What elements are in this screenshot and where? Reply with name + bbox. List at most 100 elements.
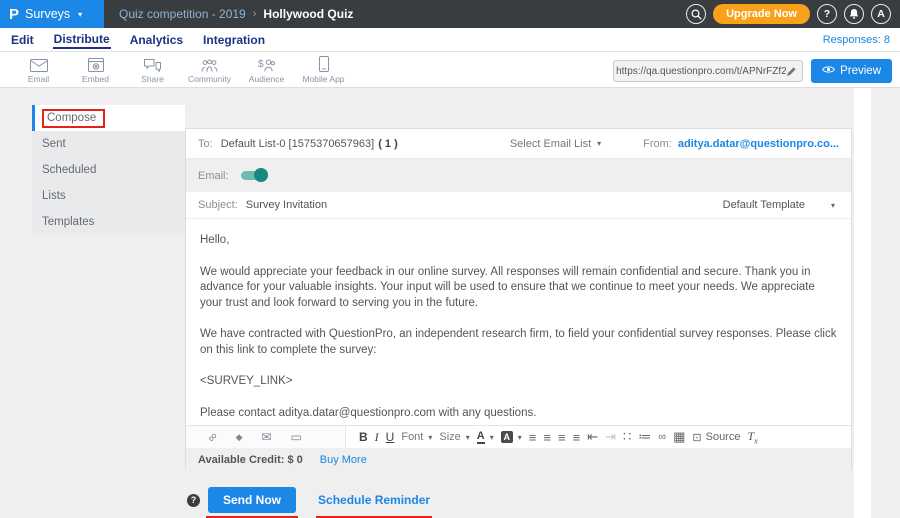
bottom-actions: ? Send Now Schedule Reminder [187,487,430,513]
preview-label: Preview [840,65,881,77]
insert-tools-group: ∞ ◆ ✉ ▭ [186,426,346,448]
channel-share[interactable]: Share [124,56,181,84]
email-toggle-switch[interactable] [241,170,268,181]
surveys-menu[interactable]: P Surveys ▾ [0,0,104,28]
email-toggle-label: Email: [198,170,229,182]
subject-value[interactable]: Survey Invitation [246,199,327,211]
upgrade-now-button[interactable]: Upgrade Now [713,4,810,24]
preview-button[interactable]: Preview [811,59,892,83]
topbar: P Surveys ▾ Quiz competition - 2019 › Ho… [0,0,900,28]
email-toggle-row: Email: [186,159,851,192]
edit-url-pencil-icon[interactable] [786,66,797,77]
align-center-icon[interactable]: ≡ [543,430,551,445]
topbar-actions: Upgrade Now ? A [686,4,900,24]
tab-integration[interactable]: Integration [202,31,266,48]
sidebar-item-compose[interactable]: Compose [32,105,185,131]
svg-text:$: $ [258,59,264,70]
font-dropdown-label: Font [401,431,423,443]
body-paragraph: <SURVEY_LINK> [200,374,837,390]
compose-card: To: Default List-0 [1575370657963] ( 1 )… [185,128,852,470]
sidebar-item-label: Compose [47,112,96,124]
insert-image-icon[interactable]: ▦ [673,429,685,445]
search-icon[interactable] [686,4,706,24]
tab-distribute[interactable]: Distribute [53,30,111,49]
numbered-list-icon[interactable]: ≔ [638,429,651,445]
hyperlink-icon[interactable]: ∞ [658,431,666,443]
template-dropdown[interactable]: Default Template ▾ [723,199,839,211]
channel-label: Audience [249,74,284,84]
channel-label: Email [28,74,49,84]
from-email-value[interactable]: aditya.datar@questionpro.co... [678,138,839,150]
tab-analytics[interactable]: Analytics [129,31,184,48]
chevron-down-icon: ▾ [78,10,82,19]
channel-email[interactable]: Email [10,56,67,84]
insert-email-icon[interactable]: ✉ [261,430,271,444]
font-dropdown[interactable]: Font ▾ [401,431,432,443]
size-dropdown[interactable]: Size ▾ [439,431,469,443]
bold-button[interactable]: B [359,430,368,444]
community-people-icon [201,56,218,72]
remove-format-button[interactable]: Tx [747,429,757,445]
responses-count[interactable]: Responses: 8 [823,34,890,46]
send-now-button[interactable]: Send Now [208,487,296,513]
sidebar-item-sent[interactable]: Sent [32,131,185,157]
credit-row: Available Credit: $ 0 Buy More [186,448,851,471]
app-name: Surveys [25,7,70,21]
to-label: To: [198,138,213,150]
channel-audience[interactable]: $ Audience [238,56,295,84]
align-justify-icon[interactable]: ≡ [573,430,581,445]
subject-label: Subject: [198,199,238,211]
channel-label: Share [141,74,164,84]
merge-tag-icon[interactable]: ◆ [236,432,243,443]
source-button[interactable]: ⊡ Source [692,431,740,444]
insert-button-icon[interactable]: ▭ [291,430,302,444]
recipient-count: ( 1 ) [378,138,398,150]
outdent-icon[interactable]: ⇤ [587,429,598,445]
sidebar-item-label: Lists [42,190,66,202]
sidebar-item-templates[interactable]: Templates [32,209,185,235]
align-right-icon[interactable]: ≡ [558,430,566,445]
chevron-down-icon: ▾ [466,433,470,442]
sidebar-item-scheduled[interactable]: Scheduled [32,157,185,183]
channel-mobile-app[interactable]: Mobile App [295,56,352,84]
help-tooltip-icon[interactable]: ? [187,494,200,507]
text-color-button[interactable]: A ▾ [477,431,494,444]
align-left-icon[interactable]: ≡ [529,430,537,445]
channel-community[interactable]: Community [181,56,238,84]
body-paragraph: We would appreciate your feedback in our… [200,265,837,312]
sidebar-item-lists[interactable]: Lists [32,183,185,209]
body-paragraph: We have contracted with QuestionPro, an … [200,327,837,358]
remove-format-x: x [754,436,758,445]
chevron-down-icon: ▾ [518,433,522,442]
buy-more-link[interactable]: Buy More [320,454,367,466]
help-button[interactable]: ? [817,4,837,24]
channel-embed[interactable]: Embed [67,56,124,84]
formatting-tools-group: B I U Font ▾ Size ▾ A ▾ [346,426,851,448]
sidebar-item-label: Sent [42,138,66,150]
survey-url-input[interactable] [616,66,786,77]
notifications-bell-icon[interactable] [844,4,864,24]
email-workspace: Compose Sent Scheduled Lists Templates T… [0,88,900,518]
body-paragraph: Please contact aditya.datar@questionpro.… [200,406,837,422]
mobile-phone-icon [319,56,329,72]
italic-button[interactable]: I [375,430,379,445]
audience-dollar-icon: $ [258,56,275,72]
sidebar-item-label: Templates [42,216,94,228]
email-body-editor[interactable]: Hello, We would appreciate your feedback… [186,219,851,425]
scrollbar-track[interactable] [854,88,871,518]
survey-tabbar: Edit Distribute Analytics Integration Re… [0,28,900,52]
size-dropdown-label: Size [439,431,460,443]
breadcrumb-folder[interactable]: Quiz competition - 2019 [119,7,246,21]
background-color-button[interactable]: A ▾ [501,431,522,443]
bullet-list-icon[interactable]: ∷ [623,429,631,445]
insert-link-icon[interactable]: ∞ [204,429,220,445]
indent-icon[interactable]: ⇥ [605,429,616,445]
tab-edit[interactable]: Edit [10,31,35,48]
underline-button[interactable]: U [386,430,395,444]
select-email-list-dropdown[interactable]: Select Email List ▾ [510,138,601,150]
annotation-red-box: Compose [42,109,105,128]
available-credit-label: Available Credit: $ 0 [198,454,303,466]
schedule-reminder-link[interactable]: Schedule Reminder [318,493,430,507]
user-avatar[interactable]: A [871,4,891,24]
breadcrumb-separator: › [253,8,257,20]
